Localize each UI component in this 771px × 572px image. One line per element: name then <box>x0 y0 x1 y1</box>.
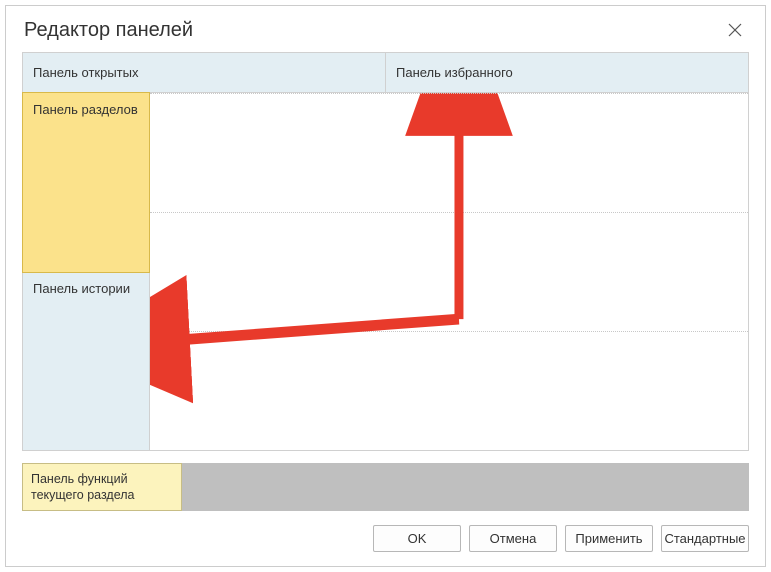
titlebar: Редактор панелей <box>6 6 765 52</box>
panel-sections[interactable]: Панель разделов <box>22 92 150 273</box>
panel-favorites[interactable]: Панель избранного <box>386 53 748 92</box>
close-icon <box>728 23 742 37</box>
close-button[interactable] <box>723 18 747 42</box>
top-panel-row: Панель открытых Панель избранного <box>23 53 748 93</box>
unused-panels-tray[interactable]: Панель функций текущего раздела <box>22 463 749 511</box>
panel-section-functions-label: Панель функций текущего раздела <box>31 471 173 504</box>
panel-history[interactable]: Панель истории <box>23 272 149 451</box>
left-panel-column: Панель разделов Панель истории <box>23 93 150 450</box>
cancel-button[interactable]: Отмена <box>469 525 557 552</box>
apply-button[interactable]: Применить <box>565 525 653 552</box>
panel-favorites-label: Панель избранного <box>396 65 513 80</box>
panel-editor-dialog: Редактор панелей Панель открытых Панель … <box>5 5 766 567</box>
panel-open-items-label: Панель открытых <box>33 65 138 80</box>
annotation-arrows-icon <box>150 93 748 450</box>
dialog-title: Редактор панелей <box>24 19 193 42</box>
defaults-button[interactable]: Стандартные <box>661 525 749 552</box>
dialog-buttons: OK Отмена Применить Стандартные <box>6 511 765 566</box>
panel-history-label: Панель истории <box>33 281 130 296</box>
panel-section-functions[interactable]: Панель функций текущего раздела <box>22 463 182 511</box>
panel-open-items[interactable]: Панель открытых <box>23 53 386 92</box>
drop-zone[interactable] <box>150 93 748 450</box>
panel-sections-label: Панель разделов <box>33 102 138 117</box>
ok-button[interactable]: OK <box>373 525 461 552</box>
middle-area: Панель разделов Панель истории <box>23 93 748 450</box>
layout-editor: Панель открытых Панель избранного Панель… <box>22 52 749 451</box>
